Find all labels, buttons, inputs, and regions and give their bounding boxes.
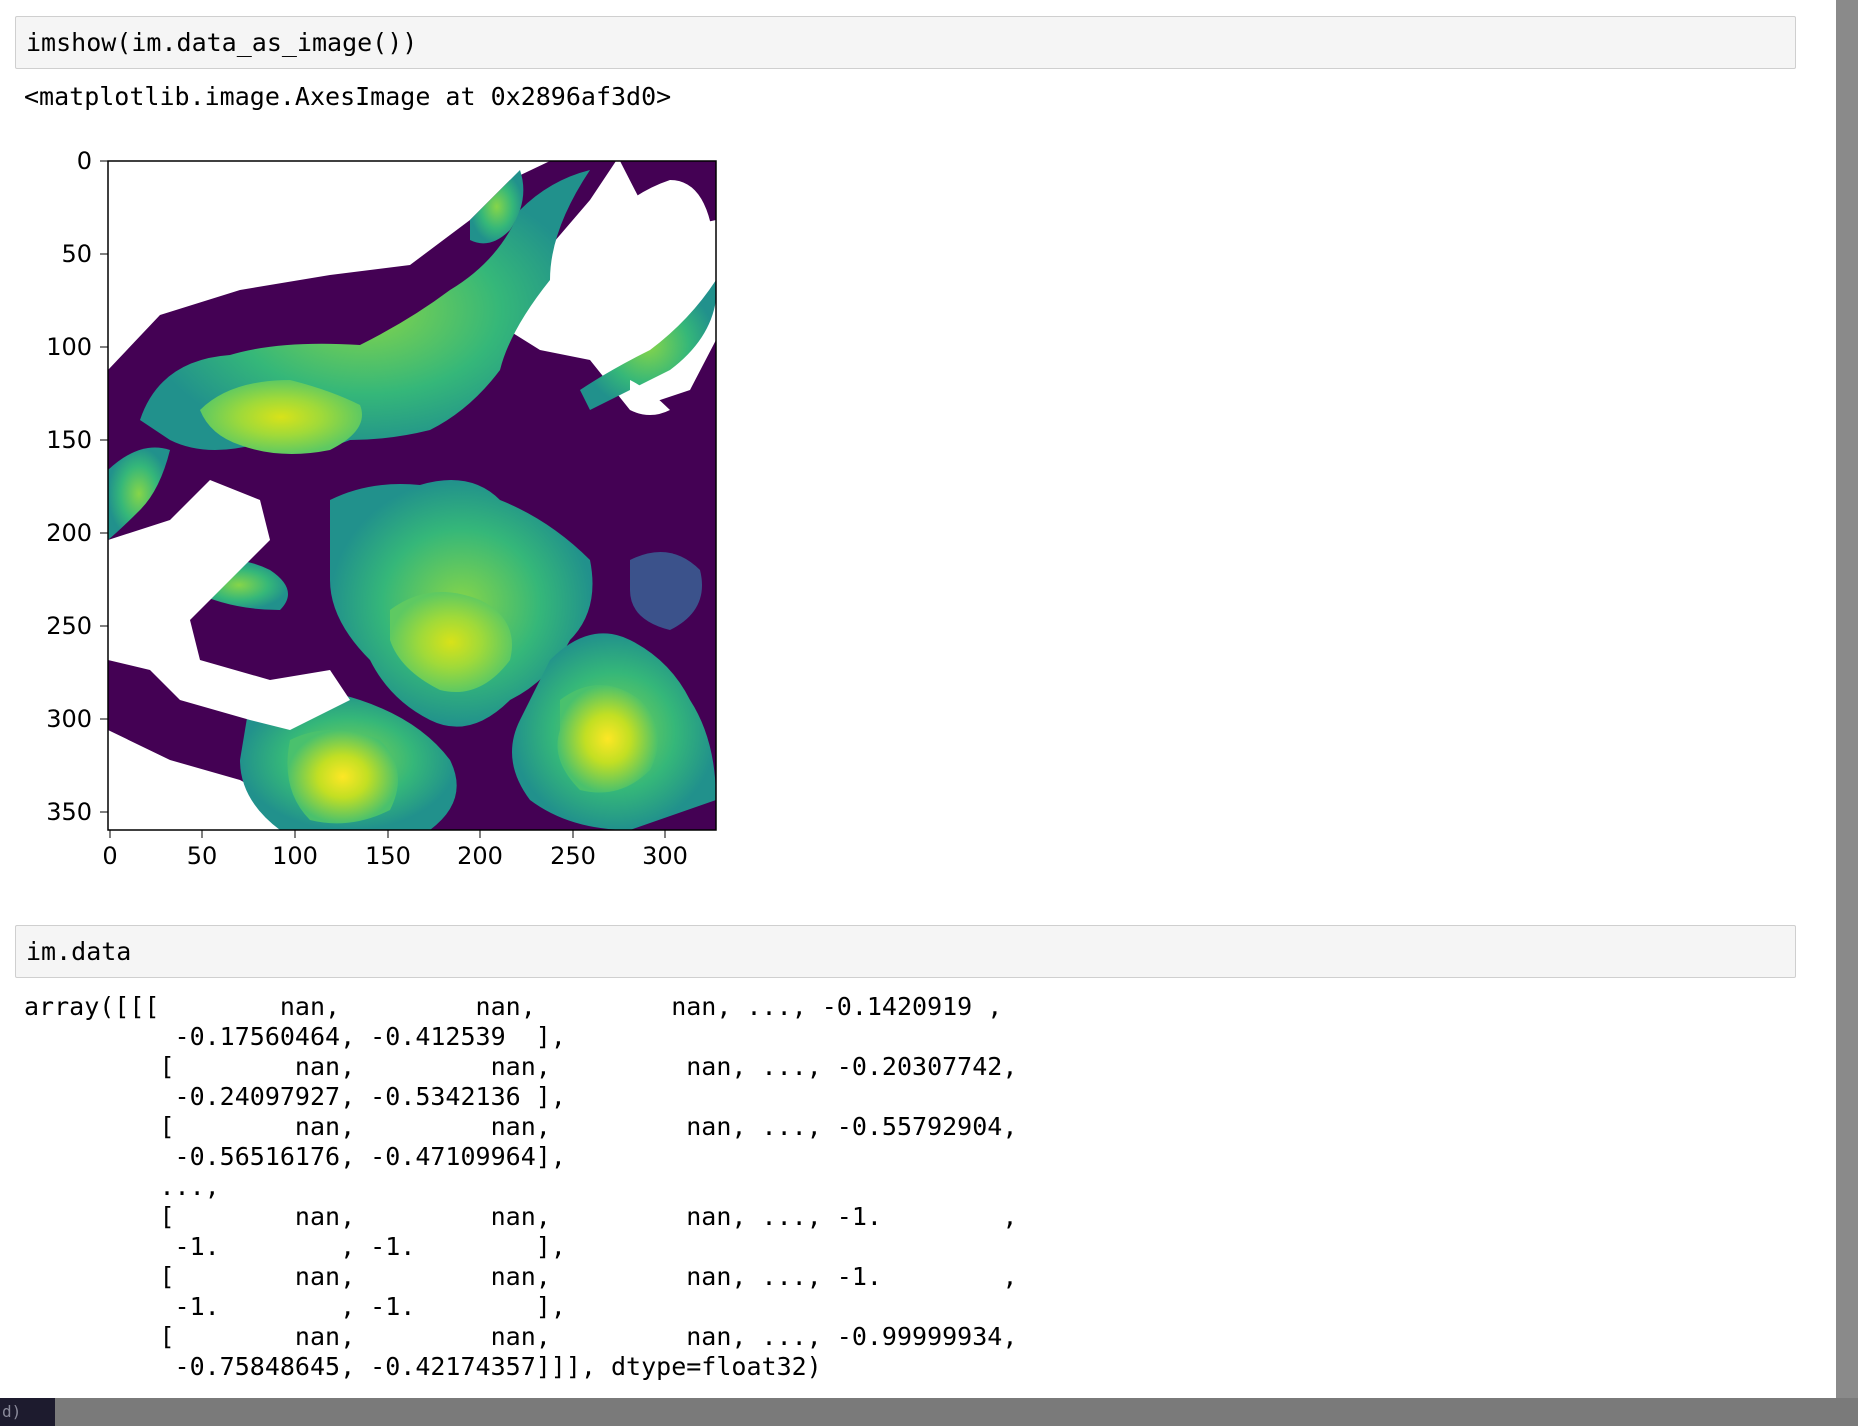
array-line: -0.56516176, -0.47109964],: [24, 1142, 566, 1171]
code-text: im.data: [26, 937, 132, 966]
y-tick-label: 50: [61, 240, 92, 268]
array-line: [ nan, nan, nan, ..., -1. ,: [24, 1262, 1018, 1291]
array-line: array([[[ nan, nan, nan, ..., -0.1420919…: [24, 992, 1003, 1021]
x-tick-label: 50: [187, 842, 218, 870]
array-line: -1. , -1. ],: [24, 1292, 566, 1321]
array-output: array([[[ nan, nan, nan, ..., -0.1420919…: [24, 992, 1017, 1382]
x-tick-label: 200: [457, 842, 503, 870]
array-line: [ nan, nan, nan, ..., -0.20307742,: [24, 1052, 1018, 1081]
array-line: -0.17560464, -0.412539 ],: [24, 1022, 566, 1051]
y-tick-label: 350: [46, 798, 92, 826]
y-tick-label: 200: [46, 519, 92, 547]
array-line: -0.24097927, -0.5342136 ],: [24, 1082, 566, 1111]
x-axis: 0 50 100 150 200 250 300: [102, 830, 688, 870]
array-line: -1. , -1. ],: [24, 1232, 566, 1261]
array-line: [ nan, nan, nan, ..., -0.55792904,: [24, 1112, 1018, 1141]
x-tick-label: 300: [642, 842, 688, 870]
code-cell-input-2[interactable]: im.data: [15, 925, 1796, 978]
notebook: imshow(im.data_as_image()) <matplotlib.i…: [0, 0, 1836, 1398]
y-tick-label: 100: [46, 333, 92, 361]
code-cell-input-1[interactable]: imshow(im.data_as_image()): [15, 16, 1796, 69]
x-tick-label: 150: [365, 842, 411, 870]
terminal-tab[interactable]: d): [0, 1398, 55, 1426]
x-tick-label: 0: [102, 842, 117, 870]
x-tick-label: 250: [550, 842, 596, 870]
imshow-plot: 0 50 100 150 200 250 300 350 0 50 100 15…: [46, 147, 717, 870]
cell-output-repr: <matplotlib.image.AxesImage at 0x2896af3…: [24, 82, 672, 111]
vertical-scrollbar[interactable]: [1836, 0, 1858, 1398]
y-tick-label: 250: [46, 612, 92, 640]
y-tick-label: 300: [46, 705, 92, 733]
y-tick-label: 0: [77, 147, 92, 175]
array-line: [ nan, nan, nan, ..., -1. ,: [24, 1202, 1018, 1231]
code-text: imshow(im.data_as_image()): [26, 28, 418, 57]
bottom-status-bar: [0, 1398, 1858, 1426]
y-tick-label: 150: [46, 426, 92, 454]
array-line: -0.75848645, -0.42174357]]], dtype=float…: [24, 1352, 822, 1381]
y-axis: 0 50 100 150 200 250 300 350: [46, 147, 108, 826]
array-line: [ nan, nan, nan, ..., -0.99999934,: [24, 1322, 1018, 1351]
x-tick-label: 100: [272, 842, 318, 870]
array-line: ...,: [24, 1172, 220, 1201]
heatmap-image: [108, 161, 716, 830]
